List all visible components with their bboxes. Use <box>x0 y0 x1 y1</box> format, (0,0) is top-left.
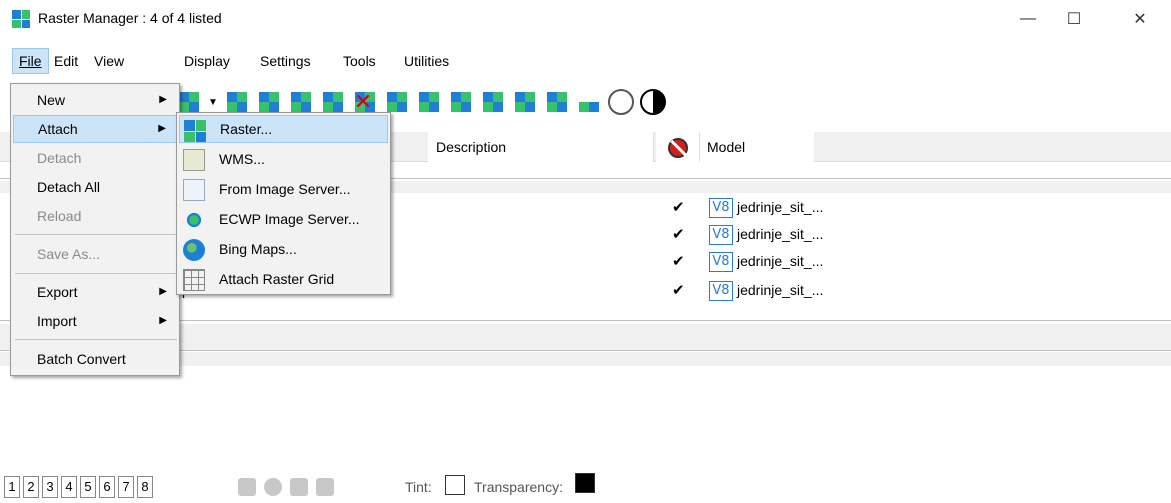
model-name: jedrinje_sit_... <box>737 199 824 215</box>
menu-settings[interactable]: Settings <box>254 48 317 74</box>
menu-item-reload[interactable]: Reload <box>13 202 177 230</box>
menu-item-import[interactable]: Import ▶ <box>13 307 177 335</box>
menu-edit[interactable]: Edit <box>48 48 84 74</box>
layers-icon[interactable] <box>290 478 308 496</box>
raster-grid-icon <box>183 269 205 291</box>
menu-item-ecwp-image-server[interactable]: ECWP Image Server... <box>179 205 388 233</box>
attach-submenu: Raster... WMS... From Image Server... EC… <box>176 112 391 295</box>
v8-model-icon: V8 <box>709 198 733 218</box>
menu-utilities[interactable]: Utilities <box>398 48 455 74</box>
globe-icon <box>183 239 205 261</box>
menu-item-new[interactable]: New ▶ <box>13 86 177 114</box>
menu-display[interactable]: Display <box>178 48 236 74</box>
transparency-label: Transparency: <box>474 479 563 495</box>
menu-view[interactable]: View <box>88 48 130 74</box>
model-name: jedrinje_sit_... <box>737 226 824 242</box>
v8-model-icon: V8 <box>709 281 733 301</box>
close-button[interactable]: ✕ <box>1117 0 1163 38</box>
submenu-arrow-icon: ▶ <box>158 123 166 134</box>
menu-item-bing-maps[interactable]: Bing Maps... <box>179 235 388 263</box>
app-icon <box>12 10 30 28</box>
minimize-button[interactable]: — <box>1005 0 1051 38</box>
submenu-arrow-icon: ▶ <box>159 94 167 105</box>
v8-model-icon: V8 <box>709 252 733 272</box>
contrast-icon[interactable] <box>639 89 666 115</box>
raster-tool-icon-10[interactable] <box>480 89 506 115</box>
view-tab-8[interactable]: 8 <box>137 476 153 498</box>
histogram-tool-icon[interactable] <box>576 89 602 115</box>
view-tab-7[interactable]: 7 <box>118 476 134 498</box>
view-tab-5[interactable]: 5 <box>80 476 96 498</box>
menu-item-attach-raster-grid[interactable]: Attach Raster Grid <box>179 265 388 293</box>
dropdown-arrow-icon[interactable]: ▼ <box>208 97 218 108</box>
tint-color-box[interactable] <box>445 475 465 495</box>
model-name: jedrinje_sit_... <box>737 282 824 298</box>
menu-item-detach[interactable]: Detach <box>13 144 177 172</box>
column-header-model[interactable]: Model <box>700 132 814 162</box>
menu-file[interactable]: File <box>12 48 49 74</box>
menu-item-batch-convert[interactable]: Batch Convert <box>13 345 177 373</box>
raster-tool-icon-9[interactable] <box>448 89 474 115</box>
window-title: Raster Manager : 4 of 4 listed <box>38 10 222 26</box>
view-tab-3[interactable]: 3 <box>42 476 58 498</box>
display-checkmark[interactable]: ✔ <box>672 198 685 216</box>
column-header-description[interactable]: Description <box>428 132 654 162</box>
menu-item-export[interactable]: Export ▶ <box>13 278 177 306</box>
display-checkmark[interactable]: ✔ <box>672 281 685 299</box>
image-server-icon <box>183 179 205 201</box>
menu-separator <box>15 234 177 235</box>
submenu-arrow-icon: ▶ <box>159 286 167 297</box>
display-checkmark[interactable]: ✔ <box>672 225 685 243</box>
print-icon[interactable] <box>238 478 256 496</box>
submenu-arrow-icon: ▶ <box>159 315 167 326</box>
raster-tool-icon-12[interactable] <box>544 89 570 115</box>
no-display-icon <box>668 138 688 158</box>
menu-item-detach-all[interactable]: Detach All <box>13 173 177 201</box>
menu-item-save-as[interactable]: Save As... <box>13 240 177 268</box>
menu-separator <box>15 339 177 340</box>
warp-tool-icon[interactable] <box>512 89 538 115</box>
menu-bar: File Edit View Display Settings Tools Ut… <box>0 48 1171 74</box>
model-name: jedrinje_sit_... <box>737 253 824 269</box>
sphere-icon[interactable] <box>264 478 282 496</box>
menu-tools[interactable]: Tools <box>337 48 382 74</box>
menu-item-from-image-server[interactable]: From Image Server... <box>179 175 388 203</box>
maximize-button[interactable]: ☐ <box>1051 0 1097 38</box>
view-tab-1[interactable]: 1 <box>4 476 20 498</box>
display-checkmark[interactable]: ✔ <box>672 252 685 270</box>
menu-separator <box>15 273 177 274</box>
raster-tool-icon-8[interactable] <box>416 89 442 115</box>
v8-model-icon: V8 <box>709 225 733 245</box>
title-bar: Raster Manager : 4 of 4 listed — ☐ ✕ <box>0 0 1171 38</box>
menu-item-raster[interactable]: Raster... <box>179 115 388 143</box>
zoom-1-1-icon[interactable] <box>607 89 634 115</box>
ecwp-icon <box>183 209 205 231</box>
view-tab-6[interactable]: 6 <box>99 476 115 498</box>
status-bar: 1 2 3 4 5 6 7 8 Tint: Transparency: <box>0 468 1171 503</box>
view-tab-2[interactable]: 2 <box>23 476 39 498</box>
tint-label: Tint: <box>405 479 432 495</box>
menu-item-attach[interactable]: Attach ▶ <box>13 115 177 143</box>
swap-icon[interactable] <box>316 478 334 496</box>
wms-icon <box>183 149 205 171</box>
file-menu: New ▶ Attach ▶ Detach Detach All Reload Sa… <box>10 83 180 376</box>
menu-item-wms[interactable]: WMS... <box>179 145 388 173</box>
raster-icon <box>184 120 206 142</box>
view-tab-4[interactable]: 4 <box>61 476 77 498</box>
transparency-color-box[interactable] <box>575 473 595 493</box>
